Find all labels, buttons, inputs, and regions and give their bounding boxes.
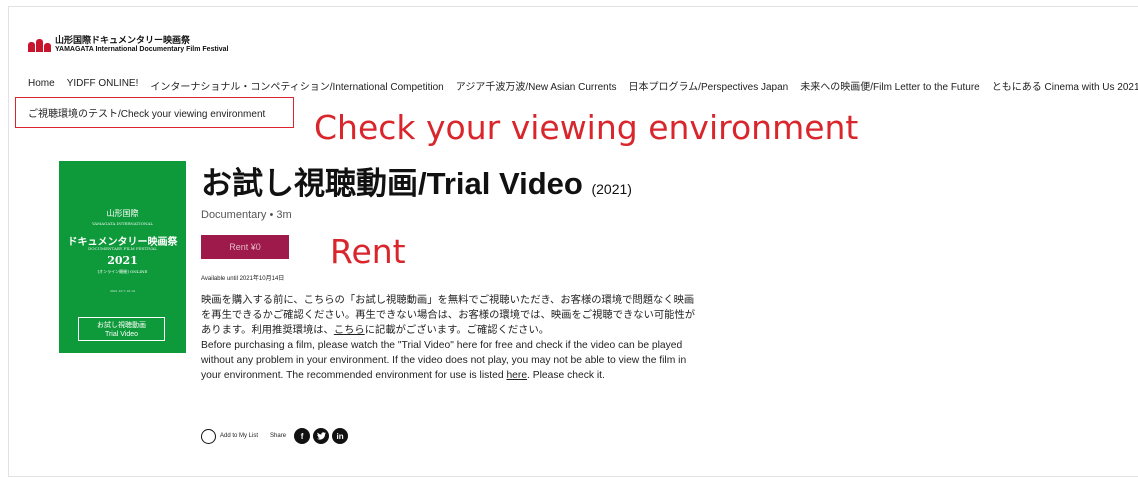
check-environment-link[interactable]: ご視聴環境のテスト/Check your viewing environment (15, 97, 294, 128)
poster-line2: YAMAGATA INTERNATIONAL (91, 221, 154, 226)
film-title: お試し視聴動画/Trial Video (2021) (201, 158, 632, 203)
nav-item-new-asian-currents[interactable]: アジア千波万波/New Asian Currents (456, 78, 617, 93)
logo-en-text: YAMAGATA International Documentary Film … (55, 46, 229, 53)
description-en: Before purchasing a film, please watch t… (201, 338, 701, 383)
share-label: Share (270, 433, 287, 439)
facebook-icon[interactable]: f (294, 428, 311, 444)
main-nav: Home YIDFF ONLINE! インターナショナル・コンペティション/In… (28, 78, 1138, 93)
logo-jp-text: 山形国際ドキュメンタリー映画祭 (55, 35, 191, 45)
nav-item-home[interactable]: Home (28, 78, 55, 93)
poster-box-en: Trial Video (104, 331, 139, 338)
nav-item-perspectives-japan[interactable]: 日本プログラム/Perspectives Japan (628, 78, 788, 93)
twitter-icon[interactable] (313, 428, 330, 444)
description-en-text-1: Before purchasing a film, please watch t… (201, 340, 687, 381)
description-jp: 映画を購入する前に、こちらの「お試し視聴動画」を無料でご視聴いただき、お客様の環… (201, 293, 701, 338)
poster-line1: 山形国際 (106, 209, 139, 218)
nav-item-film-letter[interactable]: 未来への映画便/Film Letter to the Future (800, 78, 980, 93)
film-actions: Add to My List Share f in (201, 428, 351, 444)
festival-logo[interactable]: 山形国際ドキュメンタリー映画祭 YAMAGATA International D… (28, 35, 228, 55)
logo-mark-icon (28, 38, 51, 52)
nav-item-yidff-online[interactable]: YIDFF ONLINE! (67, 78, 139, 93)
add-to-list-icon[interactable] (201, 428, 216, 444)
film-year: (2021) (591, 181, 632, 197)
poster-box-jp: お試し視聴動画 (97, 322, 146, 329)
poster-line4: DOCUMENTARY FILM FESTIVAL (88, 246, 157, 251)
description-en-text-2: . Please check it. (527, 370, 605, 381)
poster-dates: 2021.10.7-10.14 (110, 289, 135, 293)
poster-tag: [オンライン開催] ONLINE (97, 269, 148, 274)
description-en-link[interactable]: here (506, 370, 527, 381)
poster-year: 2021 (107, 254, 138, 267)
availability-text: Available until 2021年10月14日 (201, 276, 285, 282)
annotation-rent: Rent (330, 232, 406, 271)
poster-title-box: お試し視聴動画 Trial Video (78, 317, 165, 341)
film-meta: Documentary • 3m (201, 209, 292, 221)
film-poster: 山形国際 YAMAGATA INTERNATIONAL ドキュメンタリー映画祭 … (59, 161, 186, 353)
annotation-check-environment: Check your viewing environment (314, 108, 859, 147)
add-to-list-label[interactable]: Add to My List (220, 433, 258, 439)
description-jp-link[interactable]: こちら (334, 325, 365, 336)
linkedin-icon[interactable]: in (332, 428, 349, 444)
film-description: 映画を購入する前に、こちらの「お試し視聴動画」を無料でご視聴いただき、お客様の環… (201, 293, 701, 383)
nav-item-international-competition[interactable]: インターナショナル・コンペティション/International Competi… (150, 78, 443, 93)
nav-item-cinema-with-us[interactable]: ともにある Cinema with Us 2021 (992, 78, 1138, 93)
check-environment-label: ご視聴環境のテスト/Check your viewing environment (28, 109, 266, 120)
rent-button[interactable]: Rent ¥0 (201, 235, 289, 259)
film-title-text: お試し視聴動画/Trial Video (201, 166, 583, 201)
description-jp-text-2: に記載がございます。ご確認ください。 (364, 325, 550, 336)
